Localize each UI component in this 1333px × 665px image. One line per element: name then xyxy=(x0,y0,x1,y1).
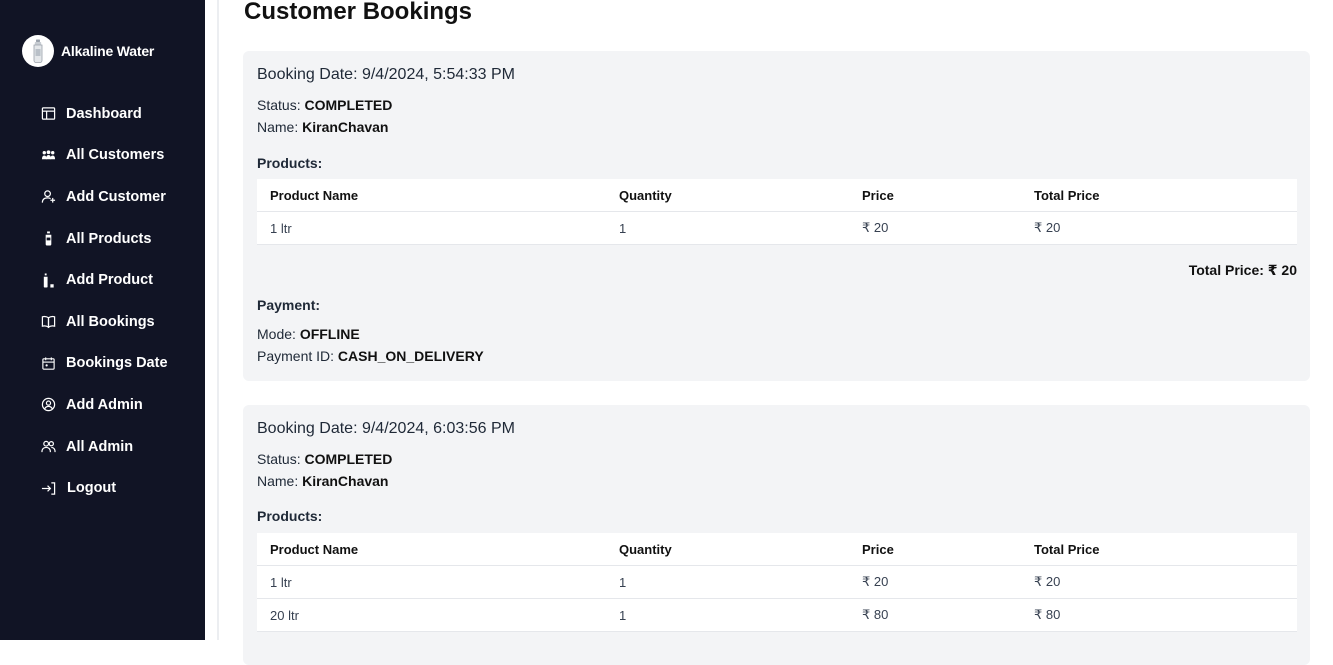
product-name-cell: 1 ltr xyxy=(257,565,606,599)
booking-card: Booking Date: 9/4/2024, 6:03:56 PM Statu… xyxy=(243,405,1310,665)
column-header: Price xyxy=(849,179,1021,212)
logout-icon xyxy=(41,481,56,496)
sidebar-item-label: All Products xyxy=(66,230,152,247)
name-line: Name: KiranChavan xyxy=(257,119,388,135)
status-value: COMPLETED xyxy=(304,451,393,467)
products-table: Product Name Quantity Price Total Price … xyxy=(257,533,1297,632)
name-label: Name: xyxy=(257,473,299,489)
calendar-icon xyxy=(41,356,56,371)
group-icon xyxy=(41,439,56,454)
user-circle-icon xyxy=(41,397,56,412)
sidebar-item-add-product[interactable]: Add Product xyxy=(41,259,168,301)
bottle-icon xyxy=(41,231,56,246)
sidebar-item-dashboard[interactable]: Dashboard xyxy=(41,93,168,135)
table-row: 1 ltr 1 ₹ 20 ₹ 20 xyxy=(257,211,1297,245)
sidebar-item-all-admin[interactable]: All Admin xyxy=(41,426,168,468)
main-content: Customer Bookings Booking Date: 9/4/2024… xyxy=(205,0,1333,665)
table-row: 1 ltr 1 ₹ 20 ₹ 20 xyxy=(257,565,1297,599)
sidebar-item-label: Dashboard xyxy=(66,105,142,122)
total-price: Total Price: ₹ 20 xyxy=(1189,262,1297,279)
sidebar-nav: Dashboard All Customers Add Customer All… xyxy=(41,93,168,509)
page-title: Customer Bookings xyxy=(244,0,473,25)
book-icon xyxy=(41,314,56,329)
sidebar-item-all-bookings[interactable]: All Bookings xyxy=(41,301,168,343)
status-value: COMPLETED xyxy=(304,97,393,113)
products-heading: Products: xyxy=(257,155,323,171)
price-cell: ₹ 20 xyxy=(849,565,1021,599)
products-table: Product Name Quantity Price Total Price … xyxy=(257,179,1297,245)
product-name-cell: 1 ltr xyxy=(257,211,606,245)
dashboard-icon xyxy=(41,106,56,121)
name-line: Name: KiranChavan xyxy=(257,473,388,489)
brand[interactable]: Alkaline Water xyxy=(22,35,154,67)
column-header: Product Name xyxy=(257,533,606,566)
column-header: Product Name xyxy=(257,179,606,212)
divider xyxy=(217,0,219,640)
bottle-plus-icon xyxy=(41,273,56,288)
sidebar-item-label: Logout xyxy=(67,480,117,497)
booking-card: Booking Date: 9/4/2024, 5:54:33 PM Statu… xyxy=(243,51,1310,381)
payment-heading: Payment: xyxy=(257,297,321,313)
quantity-cell: 1 xyxy=(606,211,849,245)
mode-line: Mode: OFFLINE xyxy=(257,326,360,342)
customer-name: KiranChavan xyxy=(302,119,389,135)
status-line: Status: COMPLETED xyxy=(257,97,392,113)
sidebar-item-add-admin[interactable]: Add Admin xyxy=(41,384,168,426)
column-header: Quantity xyxy=(606,533,849,566)
user-plus-icon xyxy=(41,189,56,204)
sidebar-item-label: All Admin xyxy=(66,438,134,455)
table-header-row: Product Name Quantity Price Total Price xyxy=(257,533,1297,566)
customer-name: KiranChavan xyxy=(302,473,389,489)
mode-value: OFFLINE xyxy=(299,326,360,342)
column-header: Total Price xyxy=(1021,179,1297,212)
quantity-cell: 1 xyxy=(606,565,849,599)
total-price-label: Total Price: xyxy=(1188,262,1264,278)
status-line: Status: COMPLETED xyxy=(257,451,392,467)
bottle-logo-icon xyxy=(22,35,54,67)
mode-label: Mode: xyxy=(257,326,296,342)
sidebar-item-label: Add Product xyxy=(66,272,153,289)
sidebar-item-bookings-date[interactable]: Bookings Date xyxy=(41,343,168,385)
payment-id-value: CASH_ON_DELIVERY xyxy=(337,348,484,364)
sidebar-item-add-customer[interactable]: Add Customer xyxy=(41,176,168,218)
price-cell: ₹ 80 xyxy=(849,598,1021,632)
total-cell: ₹ 20 xyxy=(1021,211,1297,245)
quantity-cell: 1 xyxy=(606,598,849,632)
brand-name: Alkaline Water xyxy=(61,43,155,59)
users-icon xyxy=(41,148,56,163)
products-heading: Products: xyxy=(257,508,323,524)
column-header: Total Price xyxy=(1021,533,1297,566)
sidebar-item-label: All Bookings xyxy=(66,313,155,330)
column-header: Price xyxy=(849,533,1021,566)
sidebar-item-label: All Customers xyxy=(66,147,165,164)
payment-id-line: Payment ID: CASH_ON_DELIVERY xyxy=(257,348,484,364)
sidebar-item-label: Bookings Date xyxy=(66,355,168,372)
sidebar-item-label: Add Admin xyxy=(66,396,143,413)
price-cell: ₹ 20 xyxy=(849,211,1021,245)
sidebar-item-label: Add Customer xyxy=(66,188,166,205)
product-name-cell: 20 ltr xyxy=(257,598,606,632)
column-header: Quantity xyxy=(606,179,849,212)
sidebar-item-logout[interactable]: Logout xyxy=(41,467,168,509)
total-cell: ₹ 80 xyxy=(1021,598,1297,632)
table-row: 20 ltr 1 ₹ 80 ₹ 80 xyxy=(257,598,1297,632)
total-price-value: ₹ 20 xyxy=(1267,262,1297,278)
booking-date: Booking Date: 9/4/2024, 6:03:56 PM xyxy=(257,420,515,437)
status-label: Status: xyxy=(257,451,301,467)
status-label: Status: xyxy=(257,97,301,113)
name-label: Name: xyxy=(257,119,299,135)
total-cell: ₹ 20 xyxy=(1021,565,1297,599)
booking-date: Booking Date: 9/4/2024, 5:54:33 PM xyxy=(257,66,515,83)
payment-id-label: Payment ID: xyxy=(257,348,335,364)
sidebar-item-all-customers[interactable]: All Customers xyxy=(41,135,168,177)
table-header-row: Product Name Quantity Price Total Price xyxy=(257,179,1297,212)
sidebar-item-all-products[interactable]: All Products xyxy=(41,218,168,260)
sidebar: Alkaline Water Dashboard All Customers A… xyxy=(0,0,205,640)
